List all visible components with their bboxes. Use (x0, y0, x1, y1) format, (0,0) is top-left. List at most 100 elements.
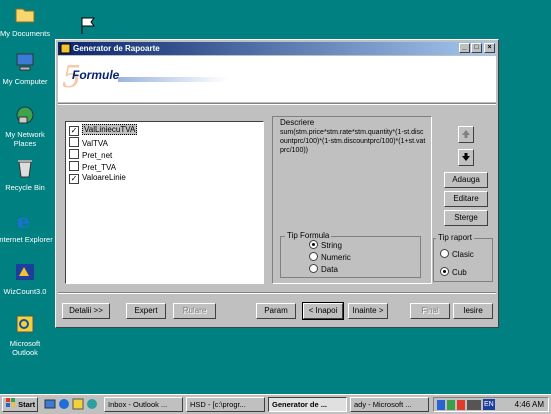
quick-launch (44, 398, 100, 411)
formula-label: ValoareLinie (82, 173, 126, 182)
title-bar[interactable]: Generator de Rapoarte _ □ × (58, 42, 496, 55)
exit-button[interactable]: Iesire (453, 303, 493, 319)
expert-button[interactable]: Expert (126, 303, 166, 319)
ie-quicklaunch-icon[interactable] (58, 398, 70, 410)
desktop-icon-outlook[interactable]: Microsoft Outlook (0, 313, 53, 357)
arrow-up-icon (462, 130, 470, 138)
edit-button[interactable]: Editare (444, 191, 488, 207)
separator (58, 103, 496, 105)
radio-numeric[interactable]: Numeric (309, 252, 351, 263)
windows-logo-icon (6, 398, 15, 407)
checkbox[interactable] (69, 149, 79, 159)
formula-label: Pret_TVA (82, 163, 117, 172)
list-item[interactable]: ValTVA (69, 137, 108, 148)
desktop-icon-label: Recycle Bin (5, 183, 45, 192)
desktop-icon-label: Microsoft Outlook (9, 339, 41, 357)
network-icon (16, 106, 34, 124)
ie-icon: e (17, 209, 30, 233)
clock[interactable]: 4:46 AM (515, 399, 544, 410)
rulare-button[interactable]: Rulare (173, 303, 216, 319)
list-item[interactable]: Pret_net (69, 149, 113, 160)
param-button[interactable]: Param (256, 303, 296, 319)
task-microsoft-word[interactable]: ady - Microsoft ... (350, 397, 429, 412)
list-item[interactable]: Pret_TVA (69, 161, 117, 172)
desktop-icon-recycle-bin[interactable]: Recycle Bin (0, 157, 53, 192)
desktop-icon-flag[interactable] (60, 14, 116, 40)
radio-string[interactable]: String (309, 240, 342, 251)
app-icon (60, 43, 71, 54)
tip-raport-label: Tip raport (436, 233, 474, 242)
desktop-icon-internet-explorer[interactable]: e Internet Explorer (0, 209, 53, 244)
checkbox[interactable] (69, 137, 79, 147)
wizcount-icon (16, 264, 34, 280)
window-title: Generator de Rapoarte (73, 44, 160, 53)
desktop-icon-label: My Computer (2, 77, 48, 86)
move-down-button[interactable] (458, 149, 474, 166)
taskbar: Start Inbox - Outlook ... HSD - [c:\prog… (0, 394, 551, 414)
radio-dot (440, 267, 449, 276)
desktop-icon-label: My Network Places (5, 130, 45, 148)
tray-icons[interactable] (437, 400, 481, 410)
separator (58, 292, 496, 294)
formula-label: Pret_net (82, 151, 113, 160)
close-button[interactable]: × (484, 43, 495, 53)
add-button[interactable]: Adauga (444, 172, 488, 188)
radio-label: String (321, 241, 342, 250)
checkbox[interactable] (69, 161, 79, 171)
start-button[interactable]: Start (2, 397, 38, 412)
formula-list[interactable]: ✓ ValLiniecuTVA ValTVA Pret_net Pret_TVA … (65, 121, 264, 284)
desktop-icon-my-network-places[interactable]: My Network Places (0, 104, 53, 148)
banner-stripe (118, 77, 228, 82)
computer-icon (16, 53, 34, 71)
desktop-icon-label: Internet Explorer (0, 235, 53, 244)
task-hsd[interactable]: HSD - [c:\progr... (186, 397, 265, 412)
final-button[interactable]: Final (410, 303, 450, 319)
wizard-banner: 5 Formule (58, 56, 496, 102)
flag-icon (81, 17, 95, 34)
media-quicklaunch-icon[interactable] (86, 398, 98, 410)
back-button[interactable]: < Inapoi (302, 302, 344, 320)
desktop-icon-my-documents[interactable]: My Documents (0, 3, 53, 38)
move-up-button[interactable] (458, 126, 474, 143)
list-item[interactable]: ✓ ValoareLinie (69, 173, 126, 184)
svg-text:e: e (17, 209, 30, 231)
desktop-icon-label: WizCount3.0 (3, 287, 47, 296)
checkbox[interactable]: ✓ (69, 174, 79, 184)
radio-clasic[interactable]: Clasic (440, 249, 474, 260)
radio-dot (440, 249, 449, 258)
radio-cub[interactable]: Cub (440, 267, 467, 278)
radio-label: Numeric (321, 253, 351, 262)
desktop-show-icon[interactable] (44, 398, 56, 410)
maximize-button[interactable]: □ (471, 43, 482, 53)
minimize-button[interactable]: _ (459, 43, 470, 53)
report-generator-window: Generator de Rapoarte _ □ × 5 Formule ✓ V… (55, 39, 499, 328)
folder-icon (15, 8, 35, 23)
radio-dot (309, 264, 318, 273)
description-text: sum(stm.price*stm.rate*stm.quantity*(1-s… (280, 129, 426, 154)
delete-button[interactable]: Sterge (444, 210, 488, 226)
recycle-bin-icon (18, 160, 32, 178)
radio-label: Cub (452, 268, 467, 277)
page-title: Formule (72, 68, 120, 82)
system-tray: EN 4:46 AM (433, 397, 549, 412)
outlook-quicklaunch-icon[interactable] (72, 398, 84, 410)
radio-dot (309, 240, 318, 249)
start-label: Start (18, 400, 36, 409)
desktop-icon-label: My Documents (0, 29, 50, 38)
formula-label: ValTVA (82, 139, 108, 148)
task-inbox-outlook[interactable]: Inbox - Outlook ... (104, 397, 183, 412)
formula-label: ValLiniecuTVA (82, 124, 138, 135)
radio-label: Clasic (452, 250, 474, 259)
outlook-icon (16, 315, 34, 333)
radio-dot (309, 252, 318, 261)
desktop-icon-my-computer[interactable]: My Computer (0, 51, 53, 86)
radio-data[interactable]: Data (309, 264, 338, 275)
detalii-button[interactable]: Detalii >> (62, 303, 110, 319)
radio-label: Data (321, 265, 338, 274)
task-generator-de-rapoarte[interactable]: Generator de ... (268, 397, 347, 412)
language-indicator[interactable]: EN (483, 399, 495, 410)
next-button[interactable]: Inainte > (348, 303, 388, 319)
desktop-icon-wizcount[interactable]: WizCount3.0 (0, 261, 53, 296)
checkbox[interactable]: ✓ (69, 126, 79, 136)
list-item[interactable]: ✓ ValLiniecuTVA (69, 124, 138, 136)
